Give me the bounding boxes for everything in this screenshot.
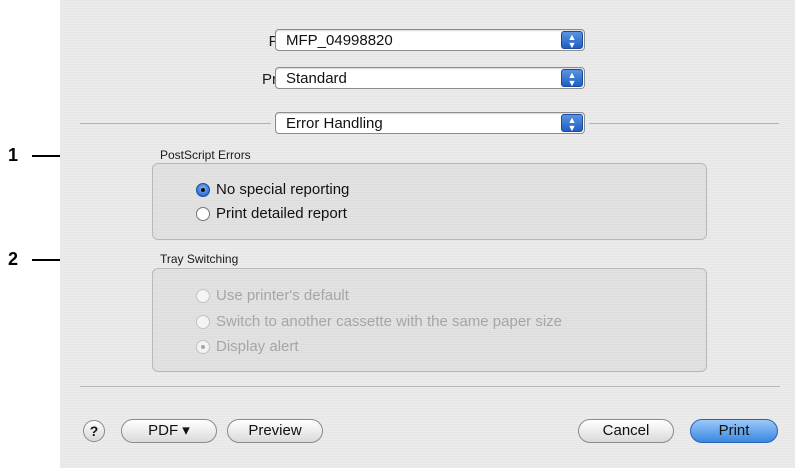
print-button[interactable]: Print — [690, 419, 778, 443]
bottom-separator — [80, 386, 780, 387]
printer-popup[interactable]: MFP_04998820 ▲ ▼ — [275, 29, 585, 51]
tray-switching-title: Tray Switching — [160, 252, 239, 266]
panel-value: Error Handling — [286, 115, 383, 132]
panel-popup[interactable]: Error Handling ▲ ▼ — [275, 112, 585, 134]
radio-selected-icon — [196, 182, 210, 197]
radio-display-alert[interactable]: Display alert — [196, 338, 299, 355]
radio-use-printers-default[interactable]: Use printer's default — [196, 287, 349, 304]
radio-label: No special reporting — [216, 181, 350, 198]
radio-label: Display alert — [216, 338, 299, 355]
preview-button[interactable]: Preview — [227, 419, 323, 443]
top-separator-right — [589, 123, 779, 124]
presets-popup[interactable]: Standard ▲ ▼ — [275, 67, 585, 89]
postscript-errors-title: PostScript Errors — [160, 148, 251, 162]
print-dialog: Printer: MFP_04998820 ▲▼ Presets: Standa… — [60, 0, 795, 468]
callout-1: 1 — [8, 145, 19, 165]
up-down-arrows-icon: ▲ ▼ — [561, 69, 583, 88]
radio-label: Print detailed report — [216, 205, 347, 222]
radio-unselected-icon — [196, 314, 210, 329]
pdf-button[interactable]: PDF ▾ — [121, 419, 217, 443]
help-button[interactable]: ? — [83, 420, 105, 442]
up-down-arrows-icon: ▲ ▼ — [561, 31, 583, 50]
radio-switch-cassette[interactable]: Switch to another cassette with the same… — [196, 313, 562, 330]
callout-2: 2 — [8, 249, 19, 269]
top-separator-left — [80, 123, 271, 124]
presets-value: Standard — [286, 70, 347, 87]
radio-unselected-icon — [196, 206, 210, 221]
radio-print-detailed-report[interactable]: Print detailed report — [196, 205, 347, 222]
radio-no-special-reporting[interactable]: No special reporting — [196, 181, 349, 198]
radio-label: Use printer's default — [216, 287, 349, 304]
printer-value: MFP_04998820 — [286, 32, 393, 49]
cancel-button[interactable]: Cancel — [578, 419, 674, 443]
radio-selected-icon — [196, 339, 210, 354]
postscript-errors-group — [152, 163, 707, 240]
radio-unselected-icon — [196, 288, 210, 303]
up-down-arrows-icon: ▲ ▼ — [561, 114, 583, 133]
radio-label: Switch to another cassette with the same… — [216, 313, 563, 330]
